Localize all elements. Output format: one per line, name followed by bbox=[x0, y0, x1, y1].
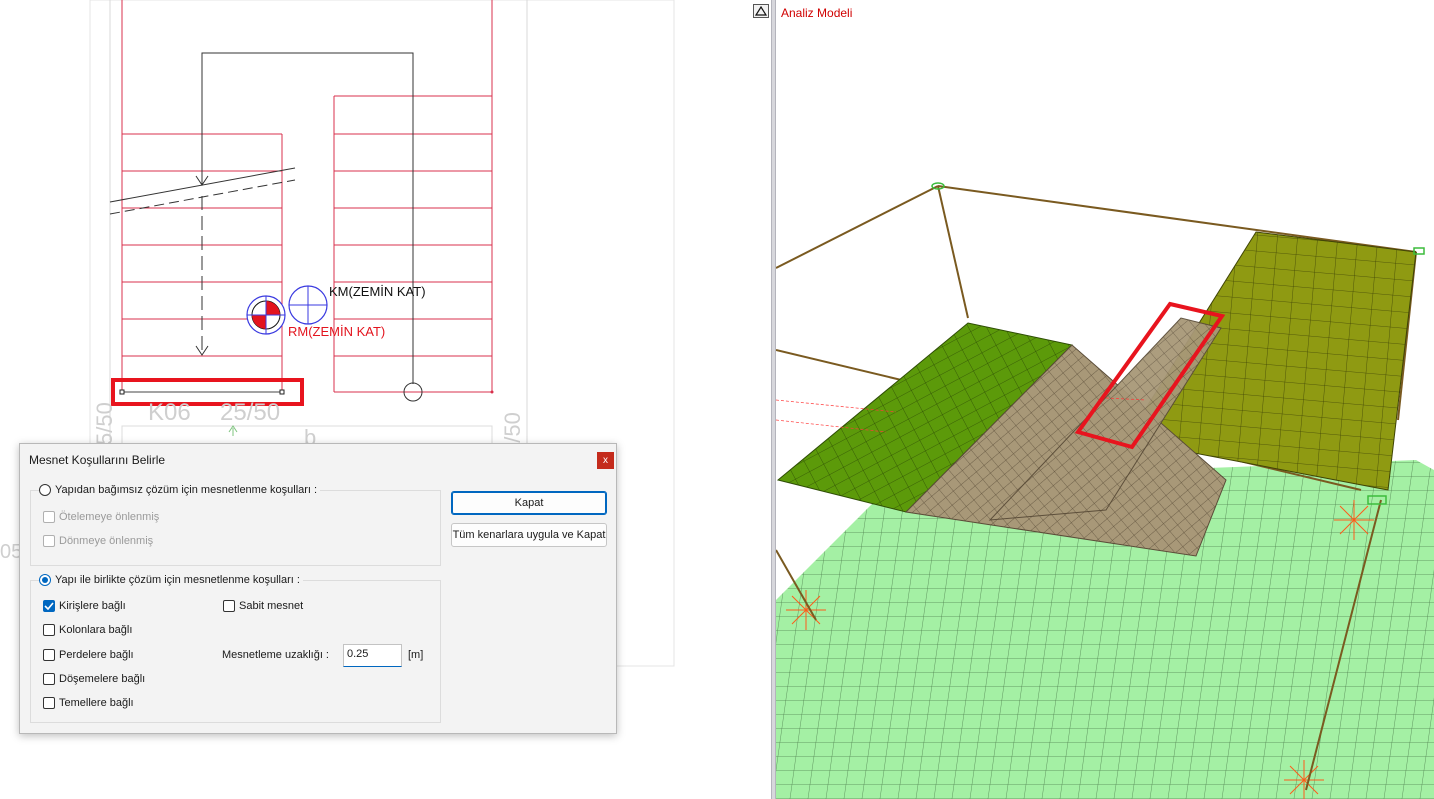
combined-solution-radio[interactable]: Yapı ile birlikte çözüm için mesnetlenme… bbox=[39, 574, 303, 586]
radio-independent-label: Yapıdan bağımsız çözüm için mesnetlenme … bbox=[55, 484, 318, 496]
analysis-model-view[interactable] bbox=[776, 0, 1434, 799]
check-label: Perdelere bağlı bbox=[59, 649, 134, 661]
check-label: Dönmeye önlenmiş bbox=[59, 535, 154, 547]
checkbox[interactable] bbox=[43, 649, 55, 661]
support-distance-input[interactable]: 0.25 bbox=[343, 644, 402, 667]
analysis-model-title: Analiz Modeli bbox=[781, 6, 853, 20]
support-distance-label: Mesnetleme uzaklığı : bbox=[222, 649, 329, 661]
check-label: Kolonlara bağlı bbox=[59, 624, 133, 636]
walls-connected-check[interactable]: Perdelere bağlı bbox=[43, 649, 134, 661]
checkbox[interactable] bbox=[43, 697, 55, 709]
rm-center-of-mass-icon bbox=[246, 295, 286, 335]
checkbox[interactable] bbox=[43, 511, 55, 523]
check-label: Döşemelere bağlı bbox=[59, 673, 146, 685]
apply-all-edges-button[interactable]: Tüm kenarlara uygula ve Kapat bbox=[451, 523, 607, 547]
dialog-title: Mesnet Koşullarını Belirle bbox=[29, 453, 166, 467]
km-center-of-stiffness-icon bbox=[288, 285, 328, 325]
checkmark-icon bbox=[44, 602, 54, 610]
left-dim-label: 5/50 bbox=[92, 402, 117, 445]
fixed-support-check[interactable]: Sabit mesnet bbox=[223, 600, 303, 612]
km-label: KM(ZEMİN KAT) bbox=[329, 284, 426, 299]
beam-label: K06 bbox=[148, 399, 191, 426]
check-label: Kirişlere bağlı bbox=[59, 600, 126, 612]
close-dialog-button[interactable]: Kapat bbox=[451, 491, 607, 515]
independent-solution-group bbox=[30, 490, 441, 566]
check-label: Sabit mesnet bbox=[239, 600, 304, 612]
beam-size-label: 25/50 bbox=[220, 399, 280, 426]
rotation-restrained-check[interactable]: Dönmeye önlenmiş bbox=[43, 535, 153, 547]
analysis-3d-model[interactable] bbox=[776, 0, 1434, 799]
beams-connected-check[interactable]: Kirişlere bağlı bbox=[43, 600, 126, 612]
columns-connected-check[interactable]: Kolonlara bağlı bbox=[43, 624, 132, 636]
radio-combined[interactable] bbox=[39, 574, 51, 586]
check-label: Ötelemeye önlenmiş bbox=[59, 511, 160, 523]
close-button[interactable]: x bbox=[597, 452, 614, 469]
distance-unit-label: [m] bbox=[408, 649, 424, 661]
checkbox[interactable] bbox=[223, 600, 235, 612]
dialog-titlebar[interactable]: Mesnet Koşullarını Belirle x bbox=[20, 444, 616, 474]
radio-independent[interactable] bbox=[39, 484, 51, 496]
checkbox[interactable] bbox=[43, 673, 55, 685]
checkbox[interactable] bbox=[43, 535, 55, 547]
support-conditions-dialog: Mesnet Koşullarını Belirle x Yapıdan bağ… bbox=[19, 443, 617, 734]
translation-restrained-check[interactable]: Ötelemeye önlenmiş bbox=[43, 511, 159, 523]
independent-solution-radio[interactable]: Yapıdan bağımsız çözüm için mesnetlenme … bbox=[39, 484, 321, 496]
checkbox[interactable] bbox=[43, 624, 55, 636]
collapse-pane-button[interactable] bbox=[753, 4, 769, 18]
foundations-connected-check[interactable]: Temellere bağlı bbox=[43, 697, 134, 709]
check-label: Temellere bağlı bbox=[59, 697, 134, 709]
triangle-up-icon bbox=[755, 6, 767, 16]
slabs-connected-check[interactable]: Döşemelere bağlı bbox=[43, 673, 145, 685]
rm-label: RM(ZEMİN KAT) bbox=[288, 324, 385, 339]
checkbox-checked[interactable] bbox=[43, 600, 55, 612]
radio-combined-label: Yapı ile birlikte çözüm için mesnetlenme… bbox=[55, 574, 300, 586]
